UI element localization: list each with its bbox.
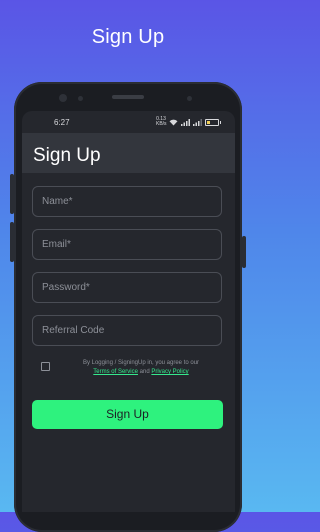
terms-text: By Logging / SigningUp in, you agree to … [54, 359, 228, 377]
terms-checkbox[interactable] [41, 362, 50, 371]
wifi-icon [169, 119, 178, 126]
phone-screen: 6:27 0.13 KB/s Sign Up Name* Email* Refe… [22, 111, 235, 512]
battery-icon [205, 118, 221, 126]
promo-title: Sign Up [91, 26, 165, 48]
terms-and: and [139, 369, 150, 375]
email-field[interactable] [32, 229, 222, 260]
terms-prefix: By Logging / SigningUp in, you agree to … [82, 360, 200, 366]
name-input[interactable] [33, 187, 221, 216]
status-bar: 6:27 0.13 KB/s [22, 111, 235, 133]
app-bar: Sign Up [22, 133, 235, 173]
earpiece [112, 95, 144, 99]
password-input[interactable] [33, 273, 221, 302]
sensor-icon [187, 96, 192, 101]
camera-icon [59, 94, 67, 102]
password-field[interactable] [32, 272, 222, 303]
terms-row: By Logging / SigningUp in, you agree to … [32, 359, 228, 379]
terms-of-service-link[interactable]: Terms of Service [93, 369, 138, 375]
page-title: Sign Up [33, 145, 101, 166]
referral-code-field[interactable] [32, 315, 222, 346]
status-icons: 0.13 KB/s [156, 116, 221, 127]
name-field[interactable] [32, 186, 222, 217]
battery-level [207, 120, 210, 124]
signup-button[interactable]: Sign Up [32, 400, 223, 429]
signal-icon [193, 118, 202, 126]
email-input[interactable] [33, 230, 221, 259]
status-time: 6:27 [54, 118, 70, 127]
network-speed: 0.13 KB/s [156, 116, 167, 127]
privacy-policy-link[interactable]: Privacy Policy [151, 369, 188, 375]
referral-code-input[interactable] [33, 316, 221, 345]
phone-side-button [242, 236, 246, 268]
sensor-icon [78, 96, 83, 101]
signal-icon [181, 118, 190, 126]
